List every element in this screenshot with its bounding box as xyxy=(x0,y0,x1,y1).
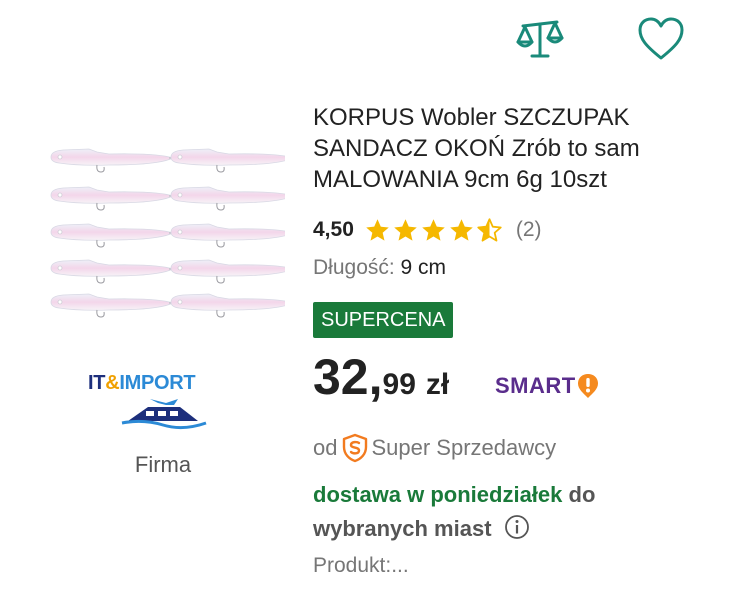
length-attribute: Długość: 9 cm xyxy=(313,256,446,280)
delivery-rest-2: wybranych miast xyxy=(313,516,492,541)
seller-logo-text: IT&IMPORT xyxy=(88,372,196,394)
rating[interactable]: 4,50 (2) xyxy=(313,214,542,246)
compare-icon[interactable] xyxy=(515,14,565,64)
rating-stars xyxy=(364,217,504,244)
rating-count[interactable]: (2) xyxy=(516,218,542,242)
info-icon[interactable] xyxy=(504,514,530,540)
star-full-icon xyxy=(392,217,419,244)
super-seller-info[interactable]: od Super Sprzedawcy xyxy=(313,430,556,466)
seller-type-label: Firma xyxy=(134,452,192,477)
favorite-heart-icon[interactable] xyxy=(636,14,686,64)
smart-label: SMART xyxy=(495,373,576,398)
star-full-icon xyxy=(364,217,391,244)
delivery-day: dostawa w poniedziałek xyxy=(313,482,563,507)
price: 32, 99 zł xyxy=(313,348,449,408)
price-integer: 32, xyxy=(313,349,383,405)
seller-prefix: od xyxy=(313,435,338,460)
smart-exclamation-icon xyxy=(577,374,598,398)
supercena-badge: SUPERCENA xyxy=(313,302,454,338)
rating-value: 4,50 xyxy=(313,218,354,241)
product-image[interactable] xyxy=(35,100,296,362)
attribute-label: Długość: xyxy=(313,256,395,279)
star-full-icon xyxy=(420,217,447,244)
price-decimal: 99 xyxy=(382,368,416,401)
product-title: KORPUS Wobler SZCZUPAK SANDACZ OKOŃ Zrób… xyxy=(313,104,640,193)
star-half-icon xyxy=(476,217,503,244)
seller-logo[interactable]: IT&IMPORT xyxy=(88,372,248,434)
ship-plane-logo-icon xyxy=(121,399,207,430)
price-currency: zł xyxy=(425,368,450,401)
delivery-info: dostawa w poniedziałek do wybranych mias… xyxy=(313,478,713,546)
star-full-icon xyxy=(448,217,475,244)
product-description-snippet: Produkt:... xyxy=(313,554,409,577)
super-seller-shield-icon xyxy=(343,433,368,463)
attribute-value: 9 cm xyxy=(400,256,447,279)
delivery-rest-1: do xyxy=(568,482,596,507)
seller-label: Super Sprzedawcy xyxy=(371,435,557,460)
smart-badge[interactable]: SMART xyxy=(495,371,599,401)
